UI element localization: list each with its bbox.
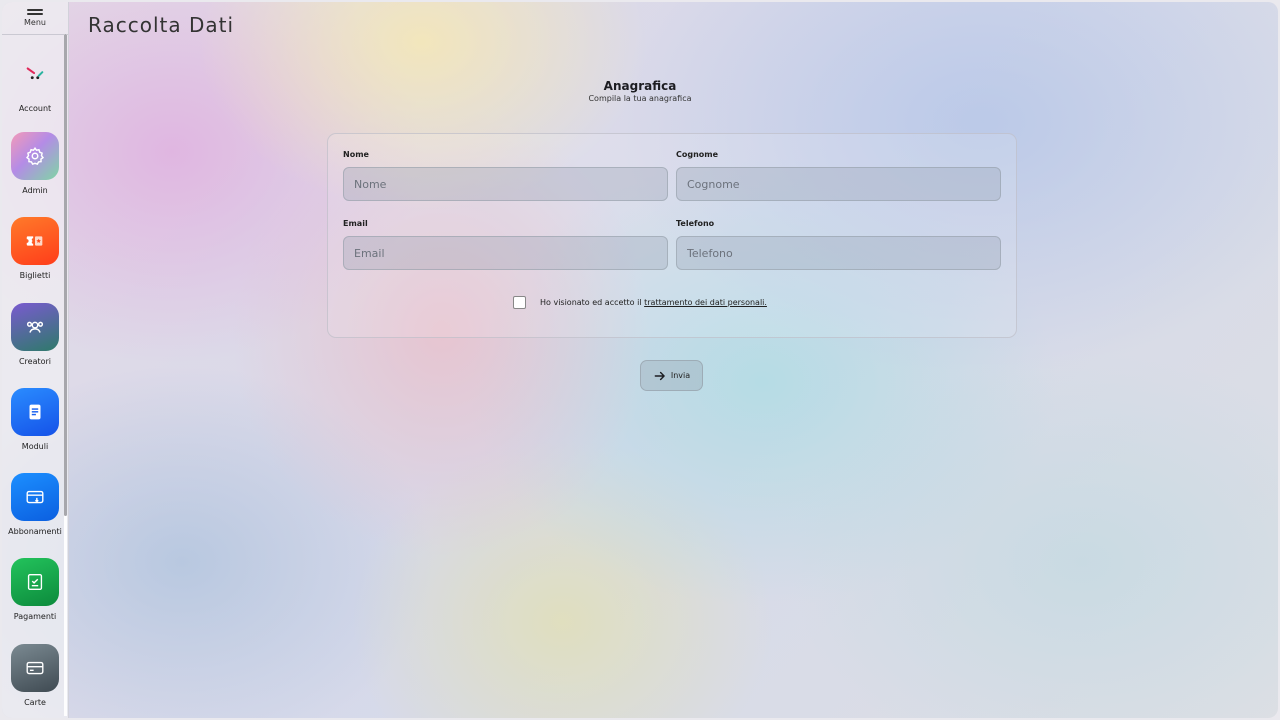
- nome-field[interactable]: [343, 167, 668, 201]
- consent-row: Ho visionato ed accetto il trattamento d…: [513, 296, 767, 309]
- menu-label: Menu: [24, 18, 46, 27]
- form-card: Nome Cognome Email Telefono Ho visionato…: [327, 133, 1017, 338]
- sidebar-item-label: Abbonamenti: [8, 527, 62, 536]
- sidebar-item-biglietti[interactable]: Biglietti: [2, 217, 68, 280]
- arrow-right-icon: [654, 371, 665, 380]
- sidebar-item-label: Creatori: [18, 357, 52, 366]
- sidebar-item-label: Biglietti: [19, 271, 51, 280]
- email-field[interactable]: [343, 236, 668, 270]
- submit-label: Invia: [670, 371, 691, 380]
- receipt-check-icon: [11, 558, 59, 606]
- sidebar-item-creatori[interactable]: Creatori: [2, 303, 68, 366]
- sidebar-item-label: Moduli: [21, 442, 49, 451]
- sidebar: Menu Account Admin Biglietti Creatori Mo…: [2, 2, 69, 718]
- sidebar-item-label: Account: [18, 104, 52, 113]
- users-icon: [11, 303, 59, 351]
- consent-checkbox[interactable]: [513, 296, 526, 309]
- section-header: Anagrafica Compila la tua anagrafica: [2, 79, 1278, 103]
- subscription-card-icon: [11, 473, 59, 521]
- menu-button[interactable]: Menu: [2, 2, 68, 35]
- nome-label: Nome: [343, 150, 369, 159]
- form-icon: [11, 388, 59, 436]
- telefono-field[interactable]: [676, 236, 1001, 270]
- sidebar-item-label: Admin: [22, 186, 48, 195]
- card-icon: [11, 644, 59, 692]
- app-window: Menu Account Admin Biglietti Creatori Mo…: [2, 2, 1278, 718]
- sidebar-item-carte[interactable]: Carte: [2, 644, 68, 707]
- sidebar-item-abbonamenti[interactable]: Abbonamenti: [2, 473, 68, 536]
- ticket-icon: [11, 217, 59, 265]
- telefono-label: Telefono: [676, 219, 715, 228]
- sidebar-item-pagamenti[interactable]: Pagamenti: [2, 558, 68, 621]
- consent-text: Ho visionato ed accetto il trattamento d…: [540, 298, 767, 307]
- privacy-policy-link[interactable]: trattamento dei dati personali.: [644, 298, 767, 307]
- section-title: Anagrafica: [603, 79, 677, 93]
- consent-label: Ho visionato ed accetto il: [540, 298, 645, 307]
- sidebar-item-admin[interactable]: Admin: [2, 132, 68, 195]
- submit-button[interactable]: Invia: [640, 360, 703, 391]
- gear-icon: [11, 132, 59, 180]
- cognome-field[interactable]: [676, 167, 1001, 201]
- sidebar-item-moduli[interactable]: Moduli: [2, 388, 68, 451]
- sidebar-item-label: Carte: [24, 698, 46, 707]
- sidebar-item-label: Pagamenti: [13, 612, 57, 621]
- page-title: Raccolta Dati: [88, 13, 235, 37]
- hamburger-icon: [27, 9, 43, 15]
- section-subtitle: Compila la tua anagrafica: [588, 94, 692, 103]
- cognome-label: Cognome: [676, 150, 719, 159]
- email-label: Email: [343, 219, 368, 228]
